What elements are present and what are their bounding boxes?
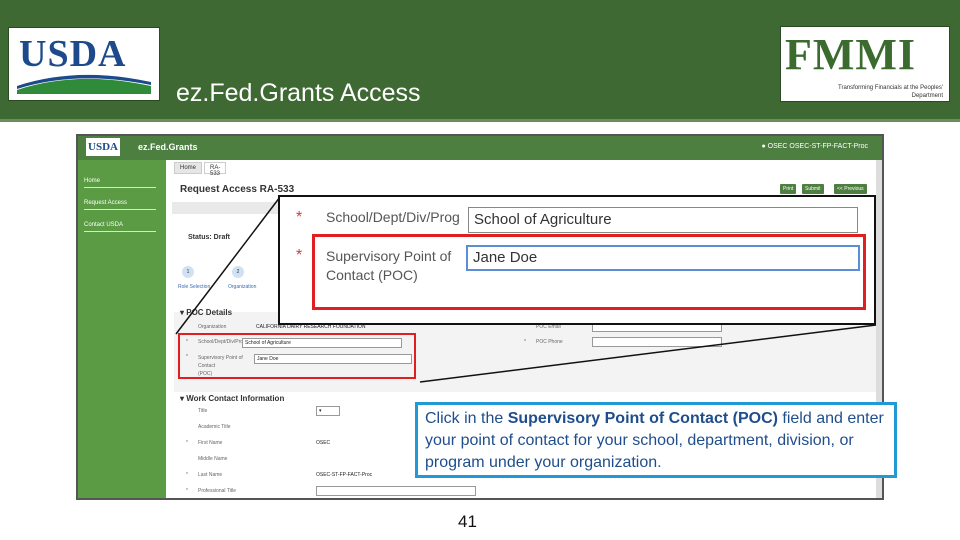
poc-details-text: POC Details [186, 308, 233, 317]
tab-home[interactable]: Home [174, 162, 203, 174]
app-logo: USDA [86, 138, 120, 156]
zoom-supervisory-poc-label: Supervisory Point of Contact (POC) [326, 248, 452, 283]
instruction-box: Click in the Supervisory Point of Contac… [415, 402, 897, 478]
academic-title-label: Academic Title [198, 424, 231, 430]
slide-title: ez.Fed.Grants Access [176, 79, 421, 107]
organization-label: Organization [198, 324, 227, 330]
required-marker: * [524, 339, 526, 345]
last-name-label: Last Name [198, 472, 223, 478]
professional-title-input[interactable] [316, 486, 476, 496]
sidebar-item-request-access[interactable]: Request Access [84, 200, 156, 210]
required-marker: * [186, 472, 188, 478]
first-name-label: First Name [198, 440, 223, 446]
usda-logo-text: USDA [19, 33, 127, 75]
submit-button[interactable]: Submit [802, 184, 824, 194]
professional-title-label: Professional Title [198, 488, 237, 494]
required-marker: * [186, 488, 188, 494]
app-name: ez.Fed.Grants [138, 142, 198, 152]
usda-swoosh-icon [17, 74, 151, 94]
sidebar-item-contact-usda[interactable]: Contact USDA [84, 222, 156, 232]
middle-name-label: Middle Name [198, 456, 228, 462]
zoom-school-input[interactable]: School of Agriculture [468, 207, 858, 233]
last-name-value[interactable]: OSEC-ST-FP-FACT-Proc [316, 472, 372, 478]
highlight-box [178, 333, 416, 379]
fmmi-logo-text: FMMI [785, 30, 917, 79]
required-marker: * [296, 247, 303, 264]
title-select[interactable]: ▾ [316, 406, 340, 416]
required-marker: * [296, 209, 303, 226]
banner-divider [0, 119, 960, 122]
instruction-part-1: Click in the [425, 410, 508, 427]
work-contact-heading[interactable]: ▾ Work Contact Information [180, 394, 284, 403]
slide: USDA ez.Fed.Grants Access FMMI Transform… [0, 0, 960, 540]
app-header: USDA ez.Fed.Grants ● OSEC OSEC-ST-FP-FAC… [78, 136, 882, 160]
required-marker: * [186, 440, 188, 446]
usda-logo: USDA [8, 27, 160, 101]
page-number: 41 [458, 512, 477, 531]
print-button[interactable]: Print [780, 184, 797, 194]
title-label: Title [198, 408, 208, 414]
sidebar: Home Request Access Contact USDA [78, 160, 166, 498]
sidebar-item-home[interactable]: Home [84, 178, 156, 188]
tab-ra-533[interactable]: RA-533 [204, 162, 227, 177]
zoom-callout: * School/Dept/Div/Prog School of Agricul… [278, 195, 876, 325]
fmmi-logo: FMMI Transforming Financials at the Peop… [780, 26, 950, 102]
user-menu[interactable]: ● OSEC OSEC-ST-FP-FACT-Proc [761, 143, 868, 150]
status-label: Status: Draft [188, 234, 231, 241]
step-1-icon[interactable]: 1 [182, 266, 194, 278]
zoom-supervisory-poc-input[interactable]: Jane Doe [466, 245, 860, 271]
fmmi-tagline: Transforming Financials at the Peoples' … [838, 85, 943, 99]
page-title: Request Access RA-533 [180, 184, 295, 195]
zoom-school-label: School/Dept/Div/Prog [326, 209, 460, 225]
step-2-label[interactable]: Organization [228, 284, 256, 290]
instruction-text: Click in the Supervisory Point of Contac… [425, 408, 887, 474]
first-name-value[interactable]: OSEC [316, 440, 330, 446]
user-name: OSEC OSEC-ST-FP-FACT-Proc [767, 143, 868, 150]
poc-details-heading[interactable]: ▾ POC Details [180, 308, 232, 317]
previous-button[interactable]: << Previous [834, 184, 867, 194]
poc-phone-input[interactable] [592, 337, 722, 347]
poc-phone-label: POC Phone [536, 339, 563, 345]
step-1-label[interactable]: Role Selection [178, 284, 210, 290]
step-2-icon[interactable]: 2 [232, 266, 244, 278]
instruction-bold: Supervisory Point of Contact (POC) [507, 410, 778, 427]
work-contact-text: Work Contact Information [186, 394, 285, 403]
